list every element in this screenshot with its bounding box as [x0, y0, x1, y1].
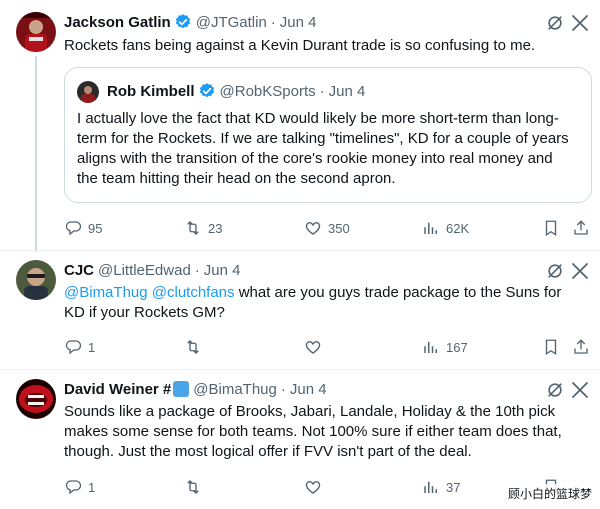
display-name[interactable]: Jackson Gatlin [64, 14, 171, 31]
thread-line [35, 56, 37, 252]
repost-button[interactable] [184, 477, 208, 497]
display-name[interactable]: CJC [64, 262, 94, 279]
avatar[interactable] [16, 379, 56, 419]
mention-link[interactable]: @clutchfans [152, 284, 235, 301]
views-count: 37 [446, 479, 461, 495]
bookmark-button[interactable] [542, 218, 560, 238]
reply-icon [65, 340, 82, 355]
views-count: 167 [446, 339, 468, 355]
avatar[interactable] [16, 260, 56, 300]
handle[interactable]: @BimaThug [193, 381, 277, 398]
bookmark-button[interactable] [542, 337, 560, 357]
repost-icon [187, 221, 199, 235]
like-button[interactable] [304, 477, 328, 497]
action-bar: 1 167 [64, 337, 600, 357]
repost-button[interactable] [184, 337, 208, 357]
verified-icon [199, 83, 214, 98]
handle[interactable]: @JTGatlin [196, 14, 267, 31]
bookmark-icon [545, 220, 557, 237]
tweet-text: @BimaThug @clutchfans what are you guys … [64, 283, 584, 323]
like-icon [305, 222, 321, 235]
tweet-header: CJC @LittleEdwad · Jun 4 [64, 260, 241, 280]
views-count: 62K [446, 220, 470, 236]
reply-button[interactable]: 1 [64, 477, 95, 497]
separator-dot: · [319, 82, 325, 100]
grok-icon[interactable] [546, 381, 564, 399]
quote-text: I actually love the fact that KD would l… [77, 110, 569, 187]
reply-icon [65, 480, 82, 495]
reply-count: 95 [88, 220, 103, 236]
more-icon[interactable] [570, 13, 590, 33]
views-button[interactable]: 62K [422, 218, 469, 238]
quoted-tweet[interactable]: Rob Kimbell @RobKSports · Jun 4 I actual… [64, 67, 592, 203]
tweet-jackson-gatlin[interactable]: Jackson Gatlin @JTGatlin · Jun 4 Rockets… [0, 0, 600, 252]
share-button[interactable] [572, 337, 590, 357]
reply-count: 1 [88, 479, 96, 495]
views-icon [424, 481, 437, 493]
avatar[interactable] [16, 12, 56, 52]
separator-dot: · [270, 13, 276, 31]
handle[interactable]: @RobKSports [220, 83, 316, 100]
tweet-text: Sounds like a package of Brooks, Jabari,… [64, 403, 562, 460]
tweet-header: David Weiner # @BimaThug · Jun 4 [64, 379, 327, 399]
grok-icon[interactable] [546, 14, 564, 32]
quote-header: Rob Kimbell @RobKSports · Jun 4 [107, 82, 365, 100]
display-name[interactable]: David Weiner # [64, 381, 171, 398]
repost-button[interactable]: 23 [184, 218, 222, 238]
avatar[interactable] [77, 81, 99, 103]
grok-icon[interactable] [546, 262, 564, 280]
more-icon[interactable] [570, 261, 590, 281]
like-count: 350 [328, 220, 350, 236]
share-button[interactable] [572, 218, 590, 238]
reply-button[interactable]: 95 [64, 218, 102, 238]
watermark: 顾小白的篮球梦 [503, 484, 596, 503]
blue-square-emoji [173, 381, 190, 397]
tweet-cjc[interactable]: CJC @LittleEdwad · Jun 4 @BimaThug @clut… [0, 251, 600, 369]
like-button[interactable] [304, 337, 328, 357]
views-icon [424, 341, 437, 353]
repost-count: 23 [208, 220, 223, 236]
reply-count: 1 [88, 339, 96, 355]
views-button[interactable]: 37 [422, 477, 460, 497]
repost-icon [187, 340, 199, 354]
share-icon [574, 339, 588, 354]
views-icon [424, 222, 437, 234]
like-button[interactable]: 350 [304, 218, 350, 238]
share-icon [574, 220, 588, 235]
timestamp[interactable]: Jun 4 [329, 83, 366, 100]
reply-button[interactable]: 1 [64, 337, 95, 357]
separator-dot: · [280, 380, 286, 398]
like-icon [305, 481, 321, 494]
like-icon [305, 341, 321, 354]
views-button[interactable]: 167 [422, 337, 468, 357]
timestamp[interactable]: Jun 4 [290, 381, 327, 398]
timestamp[interactable]: Jun 4 [280, 14, 317, 31]
more-icon[interactable] [570, 380, 590, 400]
repost-icon [187, 480, 199, 494]
mention-link[interactable]: @BimaThug [64, 284, 148, 301]
timestamp[interactable]: Jun 4 [204, 262, 241, 279]
display-name[interactable]: Rob Kimbell [107, 83, 195, 100]
action-bar: 95 23 350 62K [64, 218, 600, 238]
verified-icon [175, 14, 190, 29]
tweet-text: Rockets fans being against a Kevin Duran… [64, 37, 536, 54]
separator-dot: · [194, 261, 200, 279]
tweet-header: Jackson Gatlin @JTGatlin · Jun 4 [64, 12, 317, 32]
handle[interactable]: @LittleEdwad [98, 262, 191, 279]
reply-icon [65, 221, 82, 236]
bookmark-icon [545, 339, 557, 356]
